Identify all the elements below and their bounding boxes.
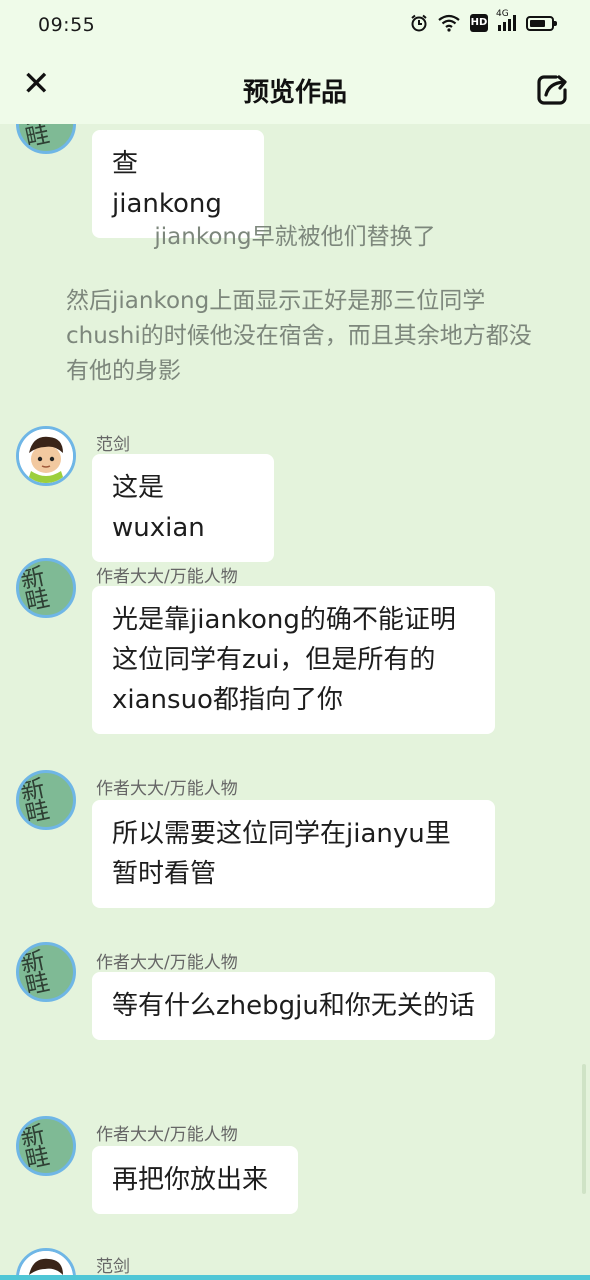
avatar-glyph: 新 畦 xyxy=(19,124,52,152)
alarm-icon xyxy=(411,14,427,32)
avatar-glyph: 新 畦 xyxy=(18,774,52,828)
avatar[interactable]: 新 畦 xyxy=(16,942,76,1002)
network-type-label: 4G xyxy=(496,9,509,19)
sender-name: 作者大大/万能人物 xyxy=(96,1125,238,1145)
avatar[interactable]: 新 畦 xyxy=(16,1116,76,1176)
chat-bubble[interactable]: 这是wuxian xyxy=(92,454,274,562)
chat-bubble[interactable]: 再把你放出来 xyxy=(92,1146,298,1214)
status-icons: HD 4G xyxy=(410,9,557,32)
hd-icon: HD xyxy=(470,14,488,32)
sender-name: 作者大大/万能人物 xyxy=(96,567,238,587)
sender-name: 作者大大/万能人物 xyxy=(96,779,238,799)
wifi-icon xyxy=(438,14,460,32)
chat-bubble[interactable]: 光是靠jiankong的确不能证明这位同学有zui，但是所有的xiansuo都指… xyxy=(92,586,495,734)
avatar[interactable]: 新 畦 xyxy=(16,124,76,154)
narration-text: jiankong早就被他们替换了 xyxy=(154,224,436,250)
avatar-glyph: 新 畦 xyxy=(18,1120,52,1174)
sender-name: 范剑 xyxy=(96,1257,130,1277)
signal-icon: 4G xyxy=(496,9,516,31)
nav-bar: ✕ 预览作品 xyxy=(0,52,590,124)
chat-bubble[interactable]: 所以需要这位同学在jianyu里暂时看管 xyxy=(92,800,495,908)
battery-icon xyxy=(526,15,557,31)
avatar[interactable]: 新 畦 xyxy=(16,770,76,830)
share-icon[interactable] xyxy=(536,72,570,106)
chat-bubble[interactable]: 等有什么zhebgju和你无关的话 xyxy=(92,972,495,1040)
sender-name: 范剑 xyxy=(96,435,130,455)
avatar-glyph: 新 畦 xyxy=(18,562,52,616)
sender-name: 作者大大/万能人物 xyxy=(96,953,238,973)
avatar[interactable] xyxy=(16,426,76,486)
chat-area[interactable]: 新 畦 查jiankong jiankong早就被他们替换了 然后jiankon… xyxy=(0,124,590,1280)
bottom-strip xyxy=(0,1275,590,1280)
narration-text: 然后jiankong上面显示正好是那三位同学chushi的时候他没在宿舍，而且其… xyxy=(66,288,532,384)
status-time: 09:55 xyxy=(38,14,96,36)
avatar[interactable]: 新 畦 xyxy=(16,558,76,618)
scrollbar[interactable] xyxy=(582,1064,586,1194)
avatar-glyph: 新 畦 xyxy=(18,946,52,1000)
page-title: 预览作品 xyxy=(242,78,347,108)
avatar-image xyxy=(19,429,73,483)
status-bar: 09:55 HD 4G xyxy=(0,0,590,52)
